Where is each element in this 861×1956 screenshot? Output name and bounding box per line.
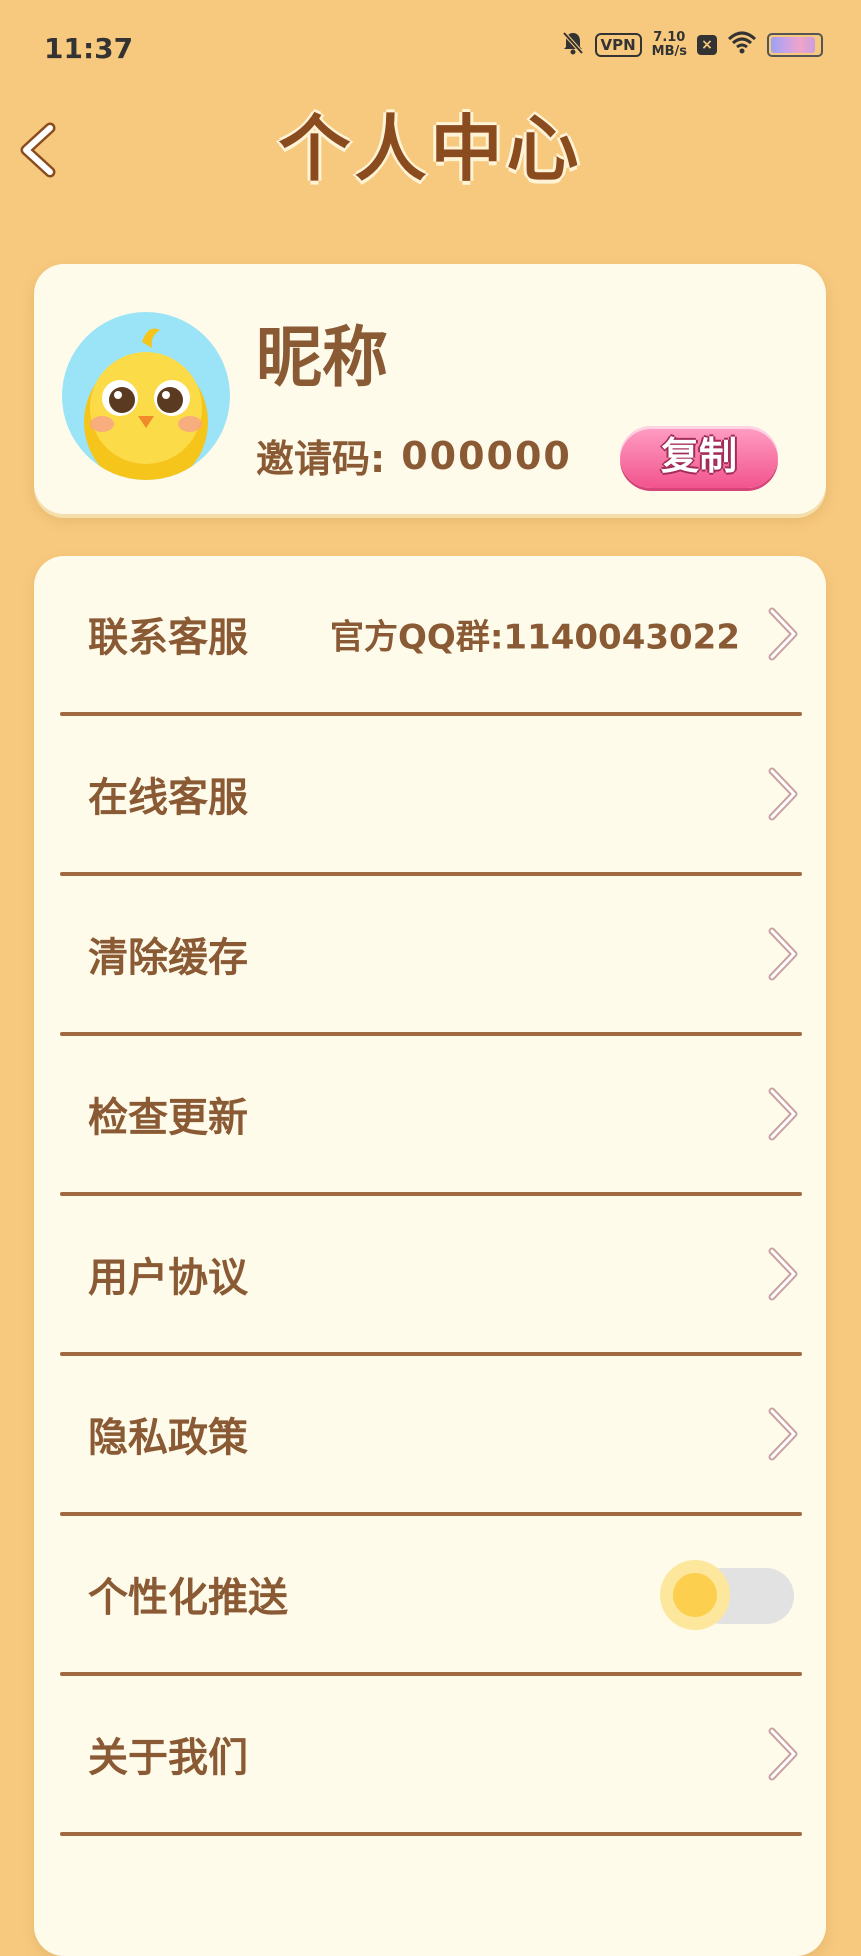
invite-code: 000000 xyxy=(401,433,572,478)
battery-icon xyxy=(767,33,823,57)
nickname: 昵称 xyxy=(256,319,388,396)
invite-label: 邀请码: xyxy=(256,437,386,481)
toggle-knob xyxy=(660,1560,730,1630)
menu-item-about-us[interactable]: 关于我们 xyxy=(60,1676,802,1836)
bell-off-icon xyxy=(561,30,585,60)
chevron-right-icon xyxy=(768,1247,798,1301)
close-box-icon: × xyxy=(697,35,717,55)
menu-item-clear-cache[interactable]: 清除缓存 xyxy=(60,876,802,1036)
menu-item-contact-support[interactable]: 联系客服 官方QQ群:1140043022 xyxy=(60,556,802,716)
status-bar: 11:37 VPN 7.10 MB/s × xyxy=(0,0,861,100)
menu-item-label: 用户协议 xyxy=(88,1255,248,1301)
page-title: 个人中心 xyxy=(278,107,583,191)
chevron-right-icon xyxy=(768,927,798,981)
chevron-right-icon xyxy=(768,607,798,661)
menu-item-label: 个性化推送 xyxy=(88,1575,288,1621)
avatar[interactable] xyxy=(62,312,230,480)
chick-icon xyxy=(84,328,208,480)
divider xyxy=(60,1832,802,1836)
menu-item-personalized-push: 个性化推送 xyxy=(60,1516,802,1676)
menu-item-label: 清除缓存 xyxy=(88,935,248,981)
menu-item-check-update[interactable]: 检查更新 xyxy=(60,1036,802,1196)
vpn-icon: VPN xyxy=(594,33,642,57)
status-time: 11:37 xyxy=(44,32,134,65)
speed-unit: MB/s xyxy=(651,44,687,59)
copy-button[interactable]: 复制 xyxy=(620,426,778,488)
qq-group-value: 官方QQ群:1140043022 xyxy=(330,617,740,658)
wifi-icon xyxy=(727,31,757,59)
menu-item-label: 在线客服 xyxy=(88,775,248,821)
menu-item-label: 检查更新 xyxy=(88,1095,248,1141)
menu-item-label: 隐私政策 xyxy=(88,1415,248,1461)
personalized-push-toggle[interactable] xyxy=(660,1560,796,1630)
speed-value: 7.10 xyxy=(653,30,686,45)
menu-item-label: 关于我们 xyxy=(88,1735,248,1781)
menu-item-user-agreement[interactable]: 用户协议 xyxy=(60,1196,802,1356)
chevron-right-icon xyxy=(768,1087,798,1141)
invite-row: 邀请码: 000000 xyxy=(256,428,572,483)
chevron-right-icon xyxy=(768,1727,798,1781)
status-icons: VPN 7.10 MB/s × xyxy=(561,30,823,60)
menu-item-label: 联系客服 xyxy=(88,615,248,661)
chevron-right-icon xyxy=(768,1407,798,1461)
chevron-right-icon xyxy=(768,767,798,821)
menu-item-privacy-policy[interactable]: 隐私政策 xyxy=(60,1356,802,1516)
network-speed: 7.10 MB/s xyxy=(652,31,687,59)
profile-card: 昵称 邀请码: 000000 复制 xyxy=(34,264,826,514)
menu-item-online-support[interactable]: 在线客服 xyxy=(60,716,802,876)
settings-menu: 联系客服 官方QQ群:1140043022 在线客服 清除缓存 检查更新 用户协… xyxy=(34,556,826,1956)
